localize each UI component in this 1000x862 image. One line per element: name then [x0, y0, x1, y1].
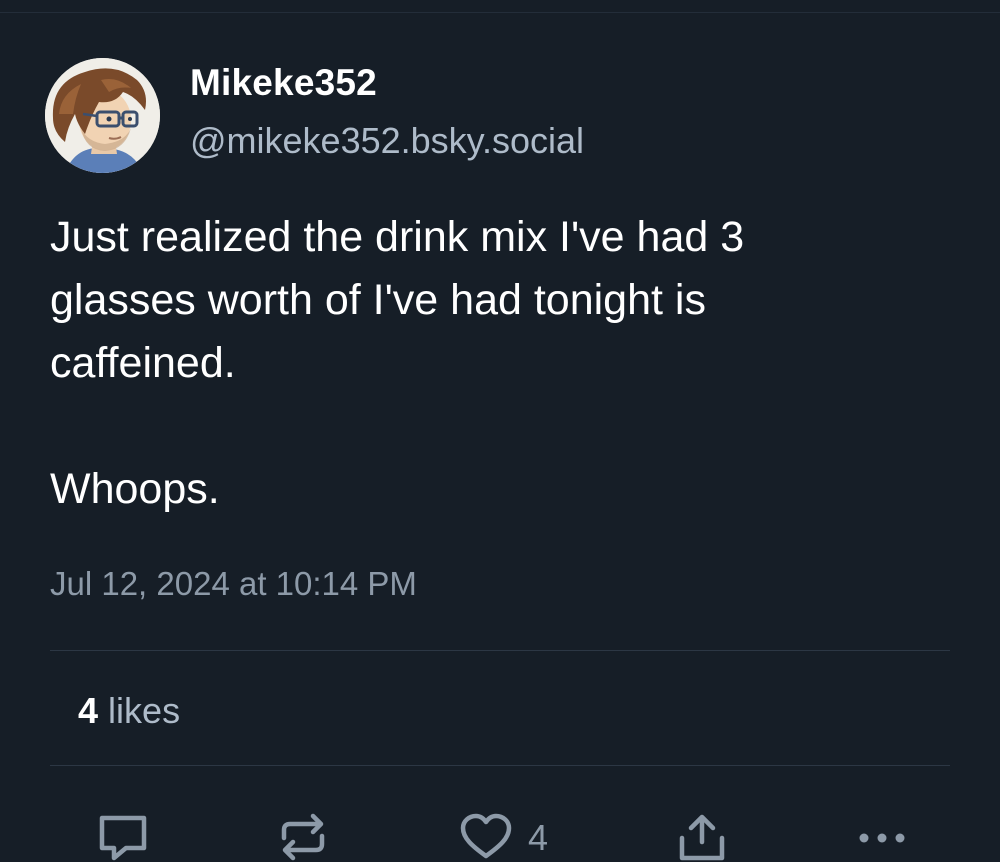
share-icon [679, 814, 725, 861]
more-dots-icon [859, 833, 905, 843]
more-options-button[interactable] [856, 812, 908, 856]
author-display-name[interactable]: Mikeke352 [190, 62, 377, 104]
top-divider [0, 12, 1000, 13]
divider [50, 650, 950, 651]
repost-button[interactable] [276, 812, 330, 862]
avatar-illustration [45, 58, 160, 173]
reply-bubble-icon [99, 815, 147, 861]
divider [50, 765, 950, 766]
likes-label: likes [108, 690, 181, 731]
share-button[interactable] [676, 812, 728, 862]
reply-button[interactable] [96, 812, 150, 862]
likes-count: 4 [78, 690, 99, 731]
post-timestamp: Jul 12, 2024 at 10:14 PM [50, 565, 417, 602]
author-handle[interactable]: @mikeke352.bsky.social [190, 120, 584, 162]
heart-icon [460, 813, 512, 859]
repost-icon [281, 813, 325, 861]
avatar[interactable] [45, 58, 160, 173]
post-text: Just realized the drink mix I've had 3 g… [50, 213, 745, 513]
likes-summary[interactable]: 4 likes [78, 690, 180, 732]
like-count: 4 [528, 817, 549, 858]
like-button[interactable]: 4 [458, 812, 548, 862]
